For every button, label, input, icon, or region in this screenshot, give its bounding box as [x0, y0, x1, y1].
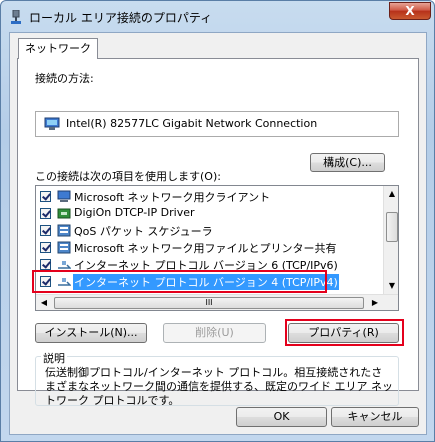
- highlight-outline-ipv4: [32, 270, 327, 293]
- adapter-name: Intel(R) 82577LC Gigabit Network Connect…: [66, 117, 318, 130]
- scroll-left-icon[interactable]: ◀: [36, 295, 52, 310]
- ok-button-label: OK: [273, 410, 290, 423]
- title-bar[interactable]: ローカル エリア接続のプロパティ X: [1, 1, 434, 33]
- dialog-client-area: ネットワーク 接続の方法: Intel(R) 82577LC Gigabit N…: [9, 32, 427, 435]
- close-button[interactable]: X: [389, 2, 431, 20]
- configure-button-label: 構成(C)...: [323, 156, 372, 169]
- thumb-grip: III: [205, 298, 213, 307]
- scroll-up-icon[interactable]: ▲: [384, 186, 398, 202]
- scroll-down-icon[interactable]: ▼: [384, 278, 398, 294]
- highlight-outline-properties: [285, 319, 404, 346]
- cancel-button-label: キャンセル: [347, 410, 403, 423]
- list-item-label: Microsoft ネットワーク用ファイルとプリンター共有: [74, 242, 337, 255]
- configure-button[interactable]: 構成(C)...: [310, 153, 385, 172]
- list-item[interactable]: QoS パケット スケジューラ: [36, 222, 384, 239]
- properties-dialog: ローカル エリア接続のプロパティ X ネットワーク 接続の方法: Intel(R…: [0, 0, 435, 442]
- vertical-scrollbar[interactable]: ▲ ▼: [383, 186, 398, 294]
- tab-network[interactable]: ネットワーク: [18, 38, 98, 59]
- service-icon: [57, 241, 71, 254]
- description-text: 伝送制御プロトコル/インターネット プロトコル。相互接続されたさまざまなネットワ…: [45, 366, 393, 407]
- scroll-thumb[interactable]: [386, 212, 398, 242]
- install-button[interactable]: インストール(N)...: [35, 323, 147, 343]
- list-item-label: Microsoft ネットワーク用クライアント: [74, 191, 271, 204]
- uninstall-button: 削除(U): [163, 323, 266, 343]
- checkbox[interactable]: [40, 259, 51, 270]
- close-icon: X: [405, 4, 415, 18]
- adapter-field: Intel(R) 82577LC Gigabit Network Connect…: [35, 111, 399, 137]
- driver-icon: [57, 208, 71, 219]
- list-item[interactable]: DigiOn DTCP-IP Driver: [36, 205, 384, 222]
- install-button-label: インストール(N)...: [44, 326, 138, 339]
- items-label: この接続は次の項目を使用します(O):: [35, 170, 221, 183]
- uninstall-button-label: 削除(U): [195, 326, 234, 339]
- list-item[interactable]: Microsoft ネットワーク用ファイルとプリンター共有: [36, 239, 384, 256]
- hscroll-thumb[interactable]: III: [54, 297, 364, 309]
- horizontal-scrollbar[interactable]: ◀ III ▶: [36, 294, 398, 310]
- scroll-right-icon[interactable]: ▶: [367, 295, 383, 310]
- list-item-label: QoS パケット スケジューラ: [74, 225, 213, 238]
- checkbox[interactable]: [40, 191, 51, 202]
- list-item-label: DigiOn DTCP-IP Driver: [74, 206, 195, 219]
- tab-panel: 接続の方法: Intel(R) 82577LC Gigabit Network …: [17, 58, 419, 407]
- checkbox[interactable]: [40, 225, 51, 236]
- ok-button[interactable]: OK: [236, 407, 327, 427]
- network-connection-icon: [11, 10, 21, 24]
- list-item[interactable]: Microsoft ネットワーク用クライアント: [36, 188, 384, 205]
- checkbox[interactable]: [40, 208, 51, 219]
- cancel-button[interactable]: キャンセル: [331, 407, 419, 427]
- window-title: ローカル エリア接続のプロパティ: [29, 11, 213, 25]
- description-heading: 説明: [41, 350, 67, 366]
- client-icon: [57, 190, 71, 202]
- network-adapter-icon: [44, 117, 60, 130]
- checkbox[interactable]: [40, 242, 51, 253]
- service-icon: [57, 224, 71, 237]
- connect-using-label: 接続の方法:: [35, 72, 94, 85]
